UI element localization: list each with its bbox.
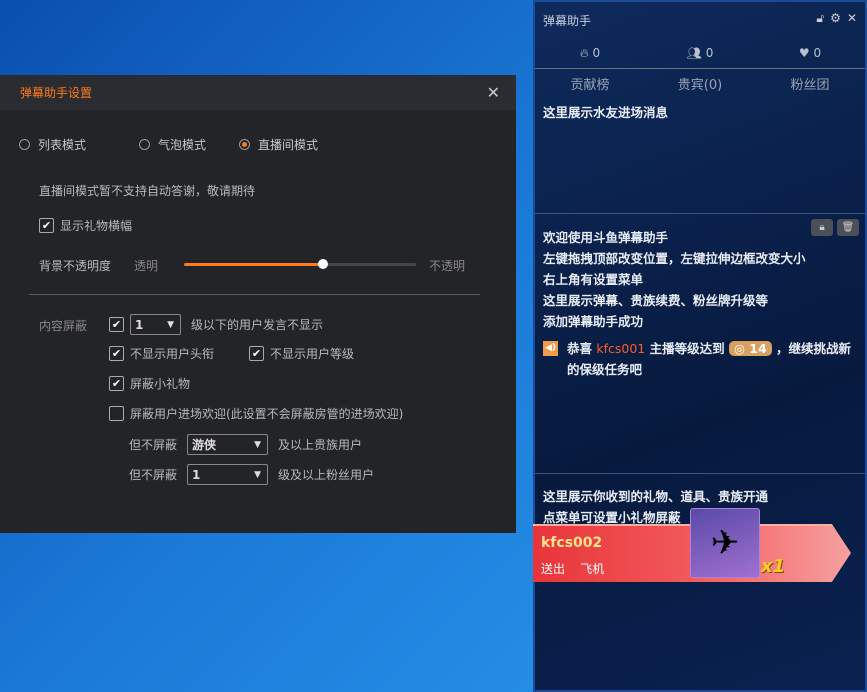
- users-icon: 👥︎: [686, 46, 702, 60]
- level-badge: ◎ 14: [729, 341, 772, 356]
- show-gift-banner-checkbox[interactable]: ✔ 显示礼物横幅: [39, 217, 132, 234]
- users-stat: 👥︎ 0: [645, 46, 755, 60]
- welcome-line: 右上角有设置菜单: [543, 272, 644, 287]
- checkbox-label: 屏蔽小礼物: [130, 377, 191, 391]
- except-fan-label: 但不屏蔽: [129, 468, 178, 482]
- select-value: 游侠: [192, 438, 217, 452]
- checkbox-label: 不显示用户等级: [270, 347, 355, 361]
- dialog-title: 弹幕助手设置: [20, 86, 93, 100]
- noble-select[interactable]: 游侠 ▼: [187, 434, 269, 455]
- level-block-checkbox[interactable]: ✔: [109, 317, 124, 332]
- radio-label: 列表模式: [38, 138, 87, 152]
- block-enter-checkbox[interactable]: 屏蔽用户进场欢迎(此设置不会屏蔽房管的进场欢迎): [109, 405, 403, 422]
- hot-stat: 🔥︎ 0: [535, 46, 645, 61]
- opacity-min-label: 透明: [134, 259, 159, 273]
- slider-handle[interactable]: [318, 259, 329, 269]
- checkbox-label: 不显示用户头衔: [130, 347, 215, 361]
- chevron-down-icon: ▼: [254, 439, 262, 450]
- congrats-user[interactable]: kfcs001: [596, 341, 645, 356]
- divider: [535, 473, 865, 474]
- mode-note: 直播间模式暂不支持自动答谢，敬请期待: [39, 184, 256, 198]
- speaker-icon: ◀): [543, 341, 558, 356]
- block-label: 内容屏蔽: [39, 319, 88, 333]
- radio-label: 气泡模式: [158, 138, 207, 152]
- enter-message: 这里展示水友进场消息: [543, 105, 669, 120]
- congrats-message: ◀) 恭喜 kfcs001 主播等级达到 ◎ 14 ，继续挑战新的保级任务吧: [543, 338, 857, 380]
- fan-suffix: 级及以上粉丝用户: [278, 468, 375, 482]
- congrats-prefix: 恭喜: [567, 341, 593, 356]
- checkbox-label: 显示礼物横幅: [60, 219, 133, 233]
- tab-vip[interactable]: 贵宾(0): [645, 74, 755, 93]
- stat-value: 0: [813, 46, 822, 60]
- airplane-gift-icon: ✈: [690, 508, 760, 578]
- close-icon[interactable]: ✕: [847, 11, 857, 26]
- select-value: 1: [192, 467, 201, 482]
- gear-icon[interactable]: ⚙: [830, 11, 841, 26]
- divider: [535, 213, 865, 214]
- gift-count: x1: [761, 556, 786, 577]
- opacity-label: 背景不透明度: [39, 259, 112, 273]
- danmaku-panel: 弹幕助手 🔓︎ ⚙ ✕ 🔥︎ 0 👥︎ 0 ♥ 0 贡献榜 贵宾(0) 粉丝团 这里…: [533, 0, 867, 692]
- welcome-line: 左键拖拽顶部改变位置，左键拉伸边框改变大小: [543, 251, 806, 266]
- gift-info-line: 这里展示你收到的礼物、道具、贵族开通: [543, 489, 769, 504]
- opacity-max-label: 不透明: [429, 259, 466, 273]
- level-select[interactable]: 1 ▼: [130, 314, 181, 335]
- panel-title: 弹幕助手: [543, 13, 592, 28]
- congrats-mid: 主播等级达到: [649, 341, 725, 356]
- close-icon[interactable]: ✕: [487, 83, 500, 102]
- except-noble-label: 但不屏蔽: [129, 438, 178, 452]
- welcome-line: 这里展示弹幕、贵族续费、粉丝牌升级等: [543, 293, 769, 308]
- block-small-gift-checkbox[interactable]: ✔ 屏蔽小礼物: [109, 375, 190, 392]
- welcome-line: 欢迎使用斗鱼弹幕助手: [543, 230, 669, 245]
- tab-fans[interactable]: 粉丝团: [755, 74, 865, 93]
- level-value: 14: [749, 341, 767, 356]
- checkbox-label: 屏蔽用户进场欢迎(此设置不会屏蔽房管的进场欢迎): [130, 407, 404, 421]
- radio-list-mode[interactable]: 列表模式: [19, 136, 86, 153]
- radio-room-mode[interactable]: 直播间模式: [239, 136, 318, 153]
- fan-level-select[interactable]: 1 ▼: [187, 464, 269, 485]
- chevron-down-icon: ▼: [167, 319, 174, 330]
- slider-fill: [184, 263, 324, 266]
- hide-title-checkbox[interactable]: ✔ 不显示用户头衔: [109, 345, 214, 362]
- fire-icon: 🔥︎: [579, 45, 589, 60]
- panel-header[interactable]: 弹幕助手 🔓︎ ⚙ ✕: [535, 2, 865, 38]
- divider: [29, 294, 480, 295]
- likes-stat: ♥ 0: [755, 46, 865, 60]
- opacity-slider[interactable]: [184, 259, 416, 269]
- dialog-titlebar[interactable]: 弹幕助手设置 ✕: [0, 75, 516, 110]
- noble-suffix: 及以上贵族用户: [278, 438, 363, 452]
- tab-contribution[interactable]: 贡献榜: [535, 74, 645, 93]
- hide-level-checkbox[interactable]: ✔ 不显示用户等级: [249, 345, 354, 362]
- gift-action-verb: 送出: [541, 562, 566, 576]
- welcome-line: 添加弹幕助手成功: [543, 314, 644, 329]
- settings-dialog: 弹幕助手设置 ✕ 列表模式 气泡模式 直播间模式 直播间模式暂不支持自动答谢，敬…: [0, 75, 516, 533]
- gift-sender: kfcs002: [541, 535, 603, 551]
- stat-value: 0: [705, 46, 714, 60]
- gift-name: 飞机: [580, 562, 605, 576]
- radio-label: 直播间模式: [258, 138, 319, 152]
- level-suffix: 级以下的用户发言不显示: [191, 318, 324, 332]
- gift-action: 送出 飞机: [541, 560, 604, 577]
- heart-icon: ♥: [798, 46, 810, 60]
- stat-value: 0: [592, 45, 601, 60]
- radio-bubble-mode[interactable]: 气泡模式: [139, 136, 206, 153]
- chevron-down-icon: ▼: [254, 469, 262, 480]
- select-value: 1: [135, 317, 144, 332]
- unlock-icon[interactable]: 🔓︎: [816, 11, 824, 26]
